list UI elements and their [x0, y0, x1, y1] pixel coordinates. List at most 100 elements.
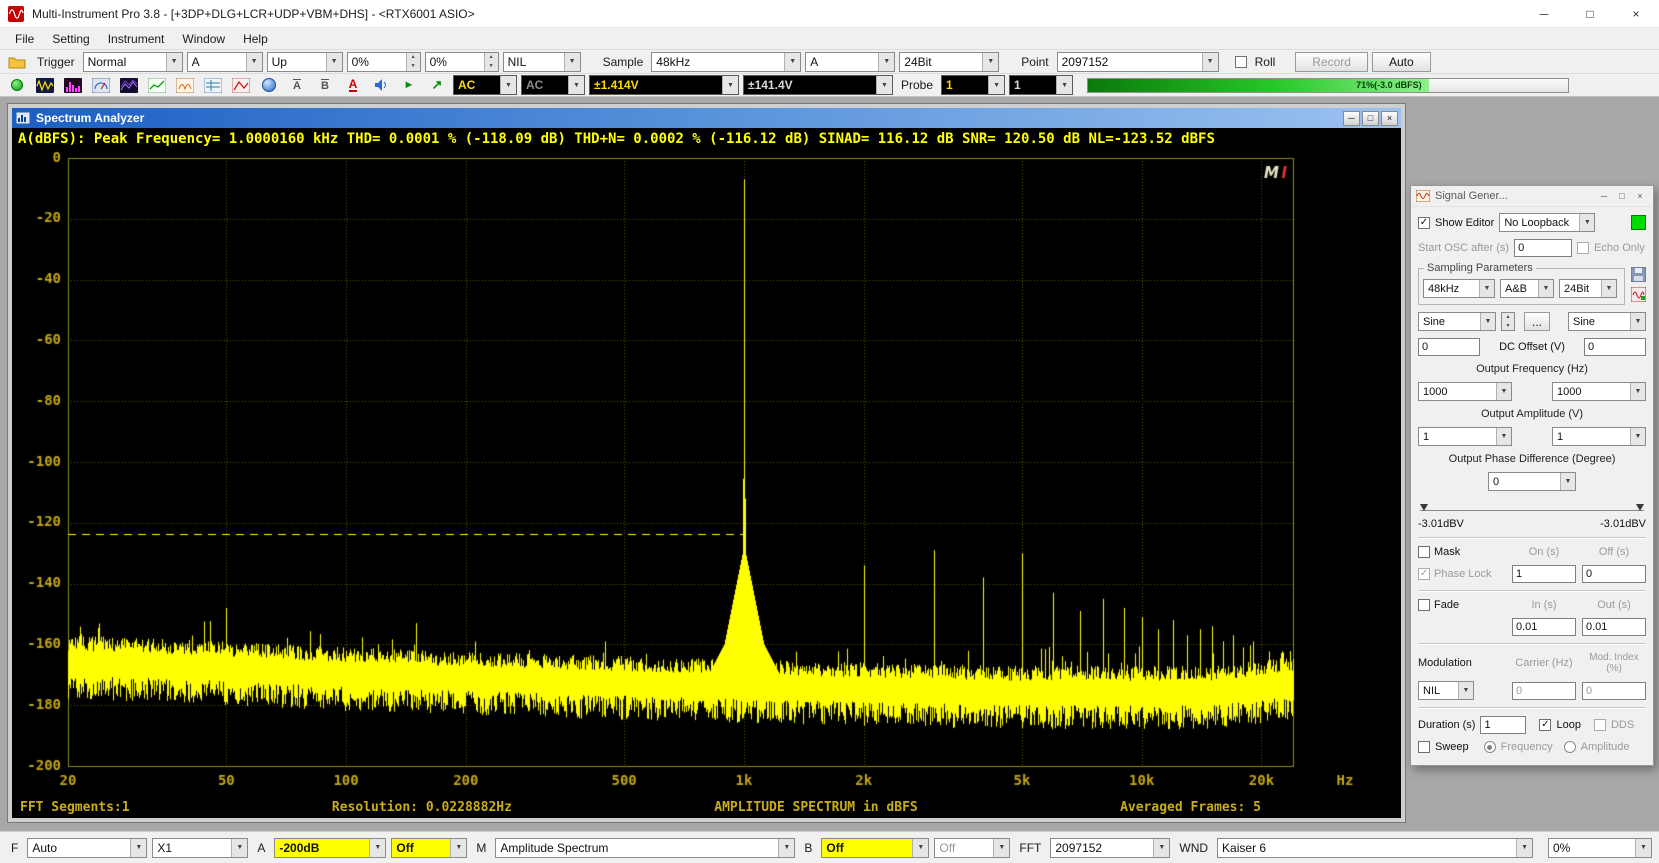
siggen-close-button[interactable]: ×: [1631, 188, 1649, 204]
coupling-b-select[interactable]: AC: [521, 75, 585, 95]
derived-data-curve-icon[interactable]: [229, 75, 253, 95]
waveform-b-select[interactable]: Sine: [1568, 312, 1646, 331]
mask-checkbox[interactable]: [1418, 546, 1430, 558]
a-range-select[interactable]: -200dB: [274, 838, 386, 858]
sampling-bits-select[interactable]: 24Bit: [899, 52, 999, 72]
sweep-frequency-radio[interactable]: [1484, 741, 1496, 753]
b-mode-select[interactable]: Off: [934, 838, 1010, 858]
chart-mode-select[interactable]: Amplitude Spectrum: [495, 838, 795, 858]
siggen-rate-select[interactable]: 48kHz: [1423, 279, 1495, 298]
amplitude-b-select[interactable]: 1: [1552, 427, 1646, 446]
spectrum-plot-canvas[interactable]: [12, 150, 1401, 796]
speaker-icon[interactable]: [369, 75, 393, 95]
modulation-type-select[interactable]: NIL: [1418, 681, 1474, 700]
probe-b-select[interactable]: 1: [1009, 75, 1073, 95]
fft-size-select[interactable]: 2097152: [1050, 838, 1170, 858]
run-play-icon[interactable]: ►: [397, 75, 421, 95]
spin-down-icon[interactable]: [1502, 322, 1514, 331]
trigger-mode-select[interactable]: Normal: [83, 52, 183, 72]
app-minimize-button[interactable]: ─: [1521, 0, 1567, 27]
spectrum-minimize-button[interactable]: ─: [1343, 111, 1360, 126]
zoom-select[interactable]: X1: [152, 838, 248, 858]
run-stop-indicator-icon[interactable]: [5, 75, 29, 95]
carrier-input[interactable]: 0: [1512, 682, 1576, 700]
fade-checkbox[interactable]: [1418, 599, 1430, 611]
dc-offset-a-input[interactable]: 0: [1418, 338, 1480, 356]
spin-up-icon[interactable]: [485, 53, 498, 62]
a-mode-select[interactable]: Off: [391, 838, 467, 858]
spectrum-maximize-button[interactable]: □: [1362, 111, 1379, 126]
slider-thumb-b[interactable]: [1636, 504, 1644, 511]
output-level-slider[interactable]: [1420, 500, 1644, 511]
siggen-minimize-button[interactable]: ─: [1595, 188, 1613, 204]
start-osc-input[interactable]: 0: [1514, 239, 1572, 257]
trigger-hpf-select[interactable]: NIL: [503, 52, 581, 72]
amplitude-a-select[interactable]: 1: [1418, 427, 1512, 446]
input-range-a-select[interactable]: ±1.414V: [589, 75, 739, 95]
phase-lock-checkbox[interactable]: [1418, 568, 1430, 580]
spectrum-window-titlebar[interactable]: Spectrum Analyzer ─ □ ×: [12, 108, 1401, 128]
loop-checkbox[interactable]: [1539, 719, 1551, 731]
duration-input[interactable]: 1: [1480, 716, 1526, 734]
hardware-dds-icon[interactable]: [1630, 286, 1646, 302]
menu-instrument[interactable]: Instrument: [99, 32, 174, 46]
phase-difference-select[interactable]: 0: [1488, 472, 1576, 491]
sweep-amplitude-radio[interactable]: [1564, 741, 1576, 753]
window-function-select[interactable]: Kaiser 6: [1217, 838, 1533, 858]
fade-in-input[interactable]: 0.01: [1512, 618, 1576, 636]
sampling-channels-select[interactable]: A: [805, 52, 895, 72]
frequency-a-select[interactable]: 1000: [1418, 382, 1512, 401]
mod-index-input[interactable]: 0: [1582, 682, 1646, 700]
auto-button[interactable]: Auto: [1372, 52, 1431, 72]
spin-up-icon[interactable]: [407, 53, 420, 62]
b-range-select[interactable]: Off: [821, 838, 929, 858]
overlap-select[interactable]: 0%: [1548, 838, 1652, 858]
multimeter-icon[interactable]: [89, 75, 113, 95]
waveform-spinner[interactable]: [1501, 312, 1515, 331]
roll-checkbox[interactable]: [1235, 56, 1247, 68]
spin-up-icon[interactable]: [1502, 313, 1514, 322]
spin-down-icon[interactable]: [485, 62, 498, 71]
channel-a-reference-icon[interactable]: A: [341, 75, 365, 95]
fade-out-input[interactable]: 0.01: [1582, 618, 1646, 636]
output-to-generator-icon[interactable]: ↗: [425, 75, 449, 95]
hot-panel-globe-icon[interactable]: [257, 75, 281, 95]
trigger-edge-select[interactable]: Up: [267, 52, 343, 72]
sweep-checkbox[interactable]: [1418, 741, 1430, 753]
sampling-rate-select[interactable]: 48kHz: [651, 52, 801, 72]
probe-a-select[interactable]: 1: [941, 75, 1005, 95]
slider-thumb-a[interactable]: [1420, 504, 1428, 511]
spectrum-analyzer-icon[interactable]: [61, 75, 85, 95]
record-button[interactable]: Record: [1295, 52, 1368, 72]
freq-axis-select[interactable]: Auto: [27, 838, 147, 858]
siggen-titlebar[interactable]: Signal Gener... ─ □ ×: [1411, 186, 1653, 207]
app-close-button[interactable]: ×: [1613, 0, 1659, 27]
siggen-maximize-button[interactable]: □: [1613, 188, 1631, 204]
loopback-select[interactable]: No Loopback: [1499, 213, 1595, 232]
spin-down-icon[interactable]: [407, 62, 420, 71]
mask-off-input[interactable]: 0: [1582, 565, 1646, 583]
record-points-select[interactable]: 2097152: [1057, 52, 1219, 72]
open-file-icon[interactable]: [5, 52, 29, 72]
data-logger-icon[interactable]: [145, 75, 169, 95]
invert-channel-a-icon[interactable]: A: [285, 75, 309, 95]
trigger-delay-spinner[interactable]: 0%: [425, 52, 499, 72]
waveform-a-select[interactable]: Sine: [1418, 312, 1496, 331]
trigger-level-spinner[interactable]: 0%: [347, 52, 421, 72]
oscilloscope-icon[interactable]: [33, 75, 57, 95]
menu-file[interactable]: File: [6, 32, 43, 46]
app-maximize-button[interactable]: □: [1567, 0, 1613, 27]
device-test-plan-icon[interactable]: [201, 75, 225, 95]
echo-only-checkbox[interactable]: [1577, 242, 1589, 254]
invert-channel-b-icon[interactable]: B: [313, 75, 337, 95]
frequency-b-select[interactable]: 1000: [1552, 382, 1646, 401]
spectrum-3d-plot-icon[interactable]: [117, 75, 141, 95]
mask-on-input[interactable]: 1: [1512, 565, 1576, 583]
lcr-meter-icon[interactable]: [173, 75, 197, 95]
coupling-a-select[interactable]: AC: [453, 75, 517, 95]
siggen-bits-select[interactable]: 24Bit: [1559, 279, 1617, 298]
siggen-channels-select[interactable]: A&B: [1500, 279, 1554, 298]
dc-offset-b-input[interactable]: 0: [1584, 338, 1646, 356]
spectrum-close-button[interactable]: ×: [1381, 111, 1398, 126]
input-range-b-select[interactable]: ±141.4V: [743, 75, 893, 95]
